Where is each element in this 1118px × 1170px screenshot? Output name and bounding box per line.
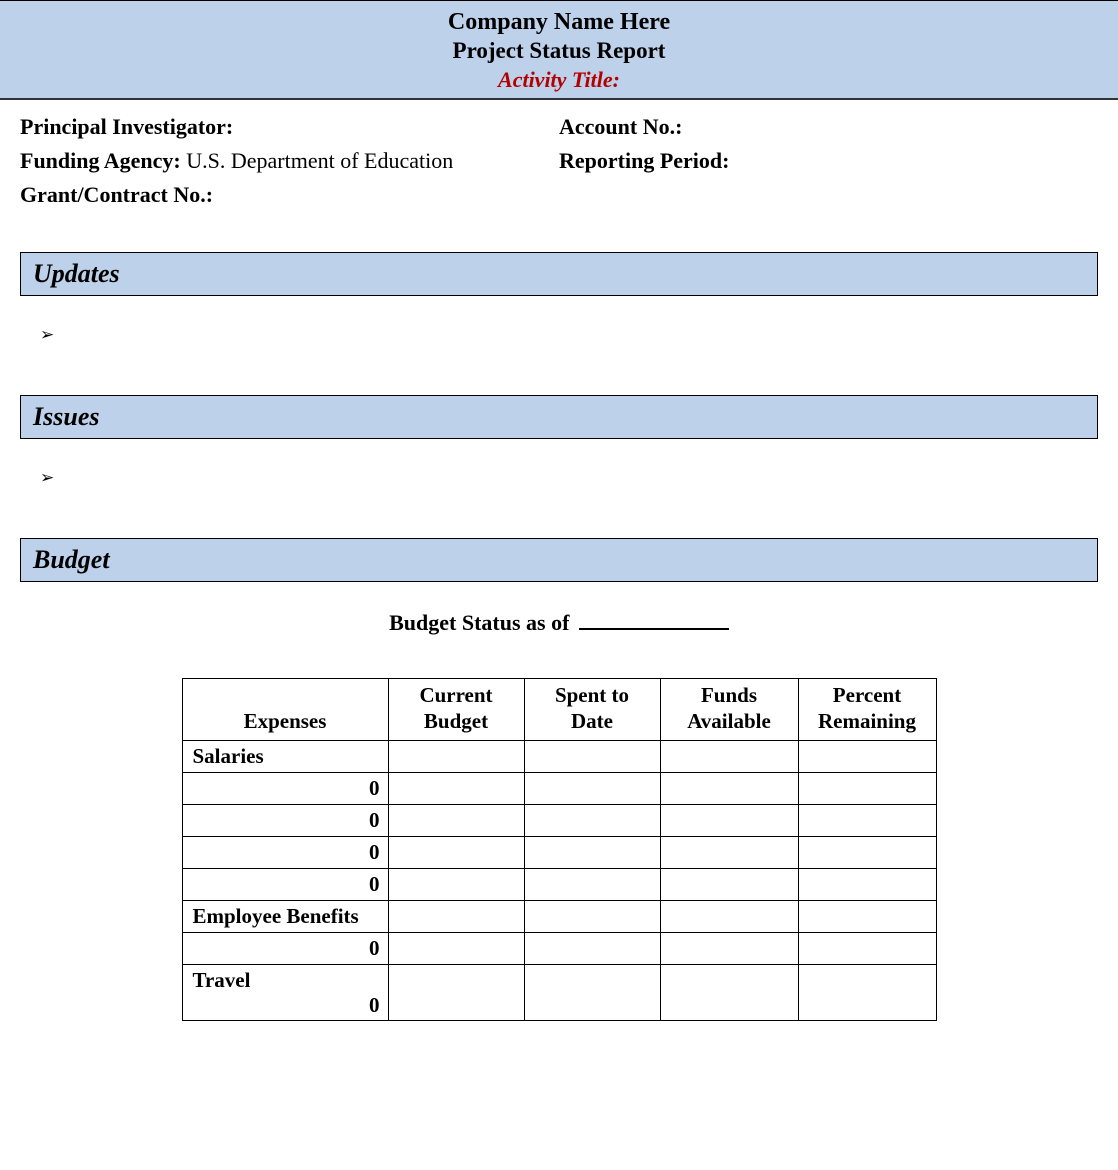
cell [798, 964, 936, 1020]
cell [388, 868, 524, 900]
cell [798, 772, 936, 804]
issues-content: ➢ [0, 439, 1118, 498]
cell [388, 804, 524, 836]
cell [798, 900, 936, 932]
section-issues: Issues [20, 395, 1098, 439]
cell [524, 964, 660, 1020]
pi-row: Principal Investigator: [20, 114, 559, 140]
budget-status-label: Budget Status as of [389, 610, 569, 635]
cell [660, 932, 798, 964]
th-expenses: Expenses [182, 679, 388, 740]
th-sp-l1: Spent to [555, 683, 629, 707]
cell [660, 740, 798, 772]
th-percent: PercentRemaining [798, 679, 936, 740]
table-header-row: Expenses CurrentBudget Spent toDate Fund… [182, 679, 936, 740]
section-budget: Budget [20, 538, 1098, 582]
combo-zero: 0 [193, 993, 380, 1018]
cell [524, 900, 660, 932]
cell [660, 772, 798, 804]
grant-row: Grant/Contract No.: [20, 182, 559, 208]
cell [660, 868, 798, 900]
cell [388, 964, 524, 1020]
cell [524, 836, 660, 868]
bullet-icon: ➢ [40, 325, 54, 344]
cell [524, 740, 660, 772]
th-current-budget: CurrentBudget [388, 679, 524, 740]
section-updates: Updates [20, 252, 1098, 296]
row-label: Employee Benefits [182, 900, 388, 932]
row-zero: 0 [182, 772, 388, 804]
budget-table-container: Expenses CurrentBudget Spent toDate Fund… [0, 678, 1118, 1020]
cell [660, 804, 798, 836]
metadata-right-col: Account No.: Reporting Period: [559, 114, 1098, 216]
budget-status-blank [579, 628, 729, 630]
cell [388, 740, 524, 772]
account-label: Account No.: [559, 114, 682, 139]
cell [660, 964, 798, 1020]
cell [524, 804, 660, 836]
th-cb-l2: Budget [424, 709, 488, 733]
cell [388, 932, 524, 964]
th-fa-l2: Available [687, 709, 771, 733]
cell [798, 932, 936, 964]
cell [798, 868, 936, 900]
updates-content: ➢ [0, 296, 1118, 355]
report-title: Project Status Report [0, 37, 1118, 66]
th-funds: FundsAvailable [660, 679, 798, 740]
account-row: Account No.: [559, 114, 1098, 140]
table-row: 0 [182, 868, 936, 900]
cell [388, 772, 524, 804]
th-cb-l1: Current [419, 683, 492, 707]
table-row: 0 [182, 836, 936, 868]
row-label-combo: Travel 0 [182, 964, 388, 1020]
th-fa-l1: Funds [701, 683, 757, 707]
bullet-icon: ➢ [40, 468, 54, 487]
table-row: 0 [182, 804, 936, 836]
cell [388, 836, 524, 868]
row-zero: 0 [182, 932, 388, 964]
row-label: Salaries [182, 740, 388, 772]
metadata-left-col: Principal Investigator: Funding Agency: … [20, 114, 559, 216]
banner-header: Company Name Here Project Status Report … [0, 0, 1118, 100]
funding-value: U.S. Department of Education [186, 148, 453, 173]
table-row: Employee Benefits [182, 900, 936, 932]
budget-status-line: Budget Status as of [0, 610, 1118, 636]
cell [524, 772, 660, 804]
th-spent: Spent toDate [524, 679, 660, 740]
budget-table-body: Salaries 0 0 0 0 Employee Benefits 0 Tra… [182, 740, 936, 1020]
row-zero: 0 [182, 804, 388, 836]
row-zero: 0 [182, 836, 388, 868]
th-expenses-text: Expenses [244, 709, 327, 733]
th-pr-l1: Percent [833, 683, 901, 707]
funding-label: Funding Agency: [20, 148, 181, 173]
grant-label: Grant/Contract No.: [20, 182, 213, 207]
budget-table: Expenses CurrentBudget Spent toDate Fund… [182, 678, 937, 1020]
period-label: Reporting Period: [559, 148, 729, 173]
th-sp-l2: Date [571, 709, 613, 733]
cell [388, 900, 524, 932]
cell [524, 868, 660, 900]
company-name: Company Name Here [0, 7, 1118, 37]
row-zero: 0 [182, 868, 388, 900]
combo-label: Travel [193, 968, 251, 992]
activity-title-label: Activity Title: [0, 66, 1118, 95]
funding-row: Funding Agency: U.S. Department of Educa… [20, 148, 559, 174]
cell [660, 900, 798, 932]
table-row: 0 [182, 932, 936, 964]
cell [524, 932, 660, 964]
cell [798, 740, 936, 772]
metadata-block: Principal Investigator: Funding Agency: … [0, 100, 1118, 216]
table-row: 0 [182, 772, 936, 804]
cell [798, 804, 936, 836]
table-row: Travel 0 [182, 964, 936, 1020]
cell [660, 836, 798, 868]
period-row: Reporting Period: [559, 148, 1098, 174]
table-row: Salaries [182, 740, 936, 772]
th-pr-l2: Remaining [818, 709, 916, 733]
cell [798, 836, 936, 868]
pi-label: Principal Investigator: [20, 114, 233, 139]
